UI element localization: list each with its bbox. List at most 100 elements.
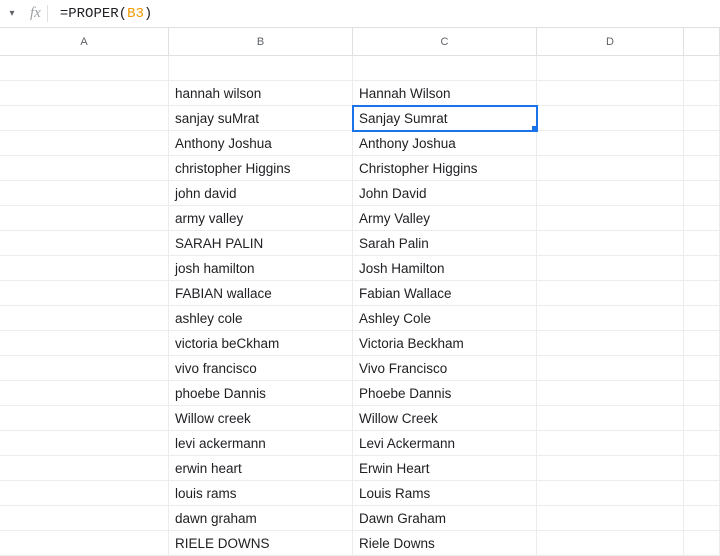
cell-B1[interactable] bbox=[169, 56, 353, 81]
cell-A14[interactable] bbox=[0, 381, 169, 406]
name-box-dropdown-icon[interactable]: ▾ bbox=[6, 8, 18, 20]
cell-B5[interactable]: christopher Higgins bbox=[169, 156, 353, 181]
cell-E2[interactable] bbox=[684, 81, 720, 106]
cell-A16[interactable] bbox=[0, 431, 169, 456]
cell-B11[interactable]: ashley cole bbox=[169, 306, 353, 331]
cell-B4[interactable]: Anthony Joshua bbox=[169, 131, 353, 156]
cell-D2[interactable] bbox=[537, 81, 684, 106]
cell-D14[interactable] bbox=[537, 381, 684, 406]
cell-A8[interactable] bbox=[0, 231, 169, 256]
cell-E12[interactable] bbox=[684, 331, 720, 356]
cell-C11[interactable]: Ashley Cole bbox=[353, 306, 537, 331]
column-header-c[interactable]: C bbox=[353, 28, 537, 55]
cell-D13[interactable] bbox=[537, 356, 684, 381]
cell-C2[interactable]: Hannah Wilson bbox=[353, 81, 537, 106]
cell-A3[interactable] bbox=[0, 106, 169, 131]
cell-B6[interactable]: john david bbox=[169, 181, 353, 206]
cell-B19[interactable]: dawn graham bbox=[169, 506, 353, 531]
cell-C16[interactable]: Levi Ackermann bbox=[353, 431, 537, 456]
cell-A6[interactable] bbox=[0, 181, 169, 206]
cell-E4[interactable] bbox=[684, 131, 720, 156]
cell-D15[interactable] bbox=[537, 406, 684, 431]
cell-A5[interactable] bbox=[0, 156, 169, 181]
cell-A15[interactable] bbox=[0, 406, 169, 431]
cell-C4[interactable]: Anthony Joshua bbox=[353, 131, 537, 156]
cell-C9[interactable]: Josh Hamilton bbox=[353, 256, 537, 281]
cell-D9[interactable] bbox=[537, 256, 684, 281]
cell-E14[interactable] bbox=[684, 381, 720, 406]
cell-B8[interactable]: SARAH PALIN bbox=[169, 231, 353, 256]
cell-C13[interactable]: Vivo Francisco bbox=[353, 356, 537, 381]
cell-B17[interactable]: erwin heart bbox=[169, 456, 353, 481]
cell-B2[interactable]: hannah wilson bbox=[169, 81, 353, 106]
cell-D17[interactable] bbox=[537, 456, 684, 481]
cell-C3[interactable]: Sanjay Sumrat bbox=[353, 106, 537, 131]
cell-D10[interactable] bbox=[537, 281, 684, 306]
cell-D16[interactable] bbox=[537, 431, 684, 456]
cell-A9[interactable] bbox=[0, 256, 169, 281]
cell-B13[interactable]: vivo francisco bbox=[169, 356, 353, 381]
cell-E6[interactable] bbox=[684, 181, 720, 206]
cell-E9[interactable] bbox=[684, 256, 720, 281]
cell-D18[interactable] bbox=[537, 481, 684, 506]
cell-E5[interactable] bbox=[684, 156, 720, 181]
cell-C1[interactable] bbox=[353, 56, 537, 81]
cell-D6[interactable] bbox=[537, 181, 684, 206]
cell-D12[interactable] bbox=[537, 331, 684, 356]
cell-E16[interactable] bbox=[684, 431, 720, 456]
cell-C8[interactable]: Sarah Palin bbox=[353, 231, 537, 256]
cell-D8[interactable] bbox=[537, 231, 684, 256]
cell-D3[interactable] bbox=[537, 106, 684, 131]
cell-E11[interactable] bbox=[684, 306, 720, 331]
column-header-e[interactable] bbox=[684, 28, 720, 55]
cell-D4[interactable] bbox=[537, 131, 684, 156]
cell-C14[interactable]: Phoebe Dannis bbox=[353, 381, 537, 406]
cell-A12[interactable] bbox=[0, 331, 169, 356]
cell-E17[interactable] bbox=[684, 456, 720, 481]
cell-D7[interactable] bbox=[537, 206, 684, 231]
cell-A18[interactable] bbox=[0, 481, 169, 506]
cell-C7[interactable]: Army Valley bbox=[353, 206, 537, 231]
cell-A4[interactable] bbox=[0, 131, 169, 156]
cell-E13[interactable] bbox=[684, 356, 720, 381]
cell-B20[interactable]: RIELE DOWNS bbox=[169, 531, 353, 556]
cell-B16[interactable]: levi ackermann bbox=[169, 431, 353, 456]
cell-B15[interactable]: Willow creek bbox=[169, 406, 353, 431]
cell-C17[interactable]: Erwin Heart bbox=[353, 456, 537, 481]
cell-D19[interactable] bbox=[537, 506, 684, 531]
cell-B12[interactable]: victoria beCkham bbox=[169, 331, 353, 356]
cell-A7[interactable] bbox=[0, 206, 169, 231]
cell-C15[interactable]: Willow Creek bbox=[353, 406, 537, 431]
cell-B10[interactable]: FABIAN wallace bbox=[169, 281, 353, 306]
cell-C18[interactable]: Louis Rams bbox=[353, 481, 537, 506]
cell-D11[interactable] bbox=[537, 306, 684, 331]
column-header-a[interactable]: A bbox=[0, 28, 169, 55]
formula-input[interactable]: =PROPER(B3) bbox=[54, 6, 714, 22]
cell-B14[interactable]: phoebe Dannis bbox=[169, 381, 353, 406]
cell-A10[interactable] bbox=[0, 281, 169, 306]
cell-D20[interactable] bbox=[537, 531, 684, 556]
cell-C12[interactable]: Victoria Beckham bbox=[353, 331, 537, 356]
cell-B9[interactable]: josh hamilton bbox=[169, 256, 353, 281]
cell-C10[interactable]: Fabian Wallace bbox=[353, 281, 537, 306]
cell-A20[interactable] bbox=[0, 531, 169, 556]
cell-A11[interactable] bbox=[0, 306, 169, 331]
cell-E8[interactable] bbox=[684, 231, 720, 256]
cell-C5[interactable]: Christopher Higgins bbox=[353, 156, 537, 181]
cell-A1[interactable] bbox=[0, 56, 169, 81]
column-header-b[interactable]: B bbox=[169, 28, 353, 55]
cell-C19[interactable]: Dawn Graham bbox=[353, 506, 537, 531]
cell-E15[interactable] bbox=[684, 406, 720, 431]
cell-E19[interactable] bbox=[684, 506, 720, 531]
cell-E18[interactable] bbox=[684, 481, 720, 506]
cell-C6[interactable]: John David bbox=[353, 181, 537, 206]
cell-E20[interactable] bbox=[684, 531, 720, 556]
cell-A13[interactable] bbox=[0, 356, 169, 381]
cell-E10[interactable] bbox=[684, 281, 720, 306]
cell-E7[interactable] bbox=[684, 206, 720, 231]
cell-A2[interactable] bbox=[0, 81, 169, 106]
cell-B18[interactable]: louis rams bbox=[169, 481, 353, 506]
cell-B7[interactable]: army valley bbox=[169, 206, 353, 231]
cell-B3[interactable]: sanjay suMrat bbox=[169, 106, 353, 131]
cell-E1[interactable] bbox=[684, 56, 720, 81]
